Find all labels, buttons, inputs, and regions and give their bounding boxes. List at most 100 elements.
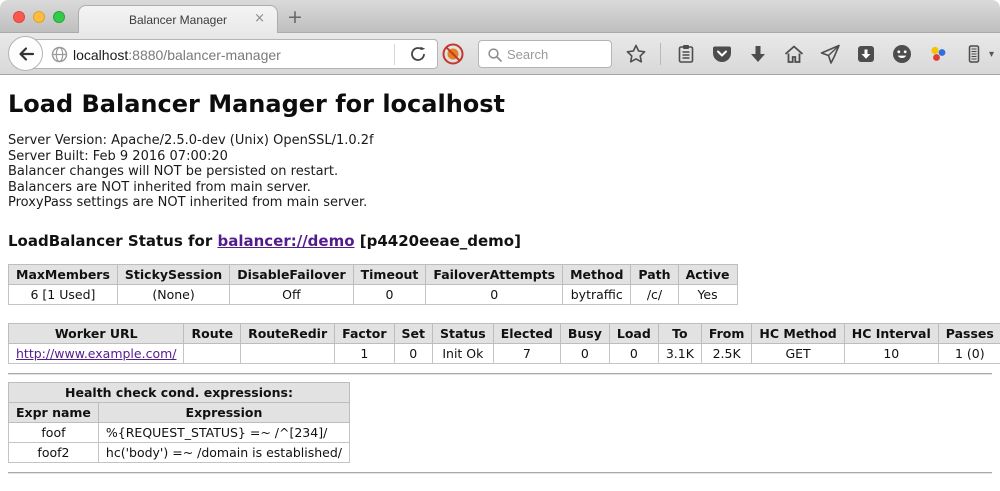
minimize-window-button[interactable] xyxy=(33,11,45,23)
col-hc-interval: HC Interval xyxy=(844,323,938,343)
search-icon xyxy=(487,47,503,67)
tab-title: Balancer Manager xyxy=(129,13,227,27)
heading-prefix: LoadBalancer Status for xyxy=(8,232,217,250)
bookmark-star-button[interactable] xyxy=(624,43,647,66)
col-passes: Passes xyxy=(938,323,1000,343)
col-path: Path xyxy=(631,264,678,284)
cell-failoverattempts: 0 xyxy=(426,284,563,304)
worker-status-table: Worker URL Route RouteRedir Factor Set S… xyxy=(8,323,1000,364)
battery-panel-icon xyxy=(963,43,985,65)
close-window-button[interactable] xyxy=(13,11,25,23)
col-expression: Expression xyxy=(98,402,349,422)
image-blocked-extension-button[interactable] xyxy=(441,42,465,70)
cell-factor: 1 xyxy=(335,343,394,363)
page-content: Load Balancer Manager for localhost Serv… xyxy=(0,75,1000,491)
heading-suffix: [p4420eeae_demo] xyxy=(355,232,521,250)
cell-passes: 1 (0) xyxy=(938,343,1000,363)
video-download-button[interactable] xyxy=(854,43,877,66)
cell-expression: hc('body') =~ /domain is established/ xyxy=(98,442,349,462)
col-failoverattempts: FailoverAttempts xyxy=(426,264,563,284)
cell-stickysession: (None) xyxy=(117,284,229,304)
url-text[interactable]: localhost:8880/balancer-manager xyxy=(73,47,281,63)
page-title: Load Balancer Manager for localhost xyxy=(8,90,992,118)
health-table-title: Health check cond. expressions: xyxy=(9,382,350,402)
col-routeredir: RouteRedir xyxy=(241,323,335,343)
cell-expr-name: foof2 xyxy=(9,442,99,462)
col-busy: Busy xyxy=(560,323,609,343)
col-load: Load xyxy=(609,323,658,343)
persist-note-line: Balancer changes will NOT be persisted o… xyxy=(8,164,992,180)
col-elected: Elected xyxy=(493,323,560,343)
reading-list-button[interactable] xyxy=(674,43,697,66)
health-check-table: Health check cond. expressions: Expr nam… xyxy=(8,382,350,463)
cell-expression: %{REQUEST_STATUS} =~ /^[234]/ xyxy=(98,422,349,442)
cell-load: 0 xyxy=(609,343,658,363)
table-row: 6 [1 Used] (None) Off 0 0 bytraffic /c/ … xyxy=(9,284,738,304)
balancer-demo-link[interactable]: balancer://demo xyxy=(217,232,354,250)
back-button[interactable] xyxy=(8,36,43,71)
navigation-toolbar: localhost:8880/balancer-manager Search xyxy=(0,33,1000,75)
colored-dots-icon xyxy=(927,43,949,65)
col-active: Active xyxy=(678,264,737,284)
col-set: Set xyxy=(394,323,432,343)
table-header-row: Expr name Expression xyxy=(9,402,350,422)
cell-routeredir xyxy=(241,343,335,363)
reload-button[interactable] xyxy=(408,44,428,68)
col-disablefailover: DisableFailover xyxy=(230,264,353,284)
video-download-icon xyxy=(855,43,877,65)
pocket-button[interactable] xyxy=(710,43,733,66)
close-tab-icon[interactable]: × xyxy=(254,11,265,26)
table-title-row: Health check cond. expressions: xyxy=(9,382,350,402)
table-header-row: MaxMembers StickySession DisableFailover… xyxy=(9,264,738,284)
server-version-line: Server Version: Apache/2.5.0-dev (Unix) … xyxy=(8,133,992,149)
send-tab-button[interactable] xyxy=(818,43,841,66)
col-hc-method: HC Method xyxy=(752,323,844,343)
clipboard-icon xyxy=(675,43,697,65)
window-controls xyxy=(13,11,65,23)
cell-elected: 7 xyxy=(493,343,560,363)
balancer-settings-table: MaxMembers StickySession DisableFailover… xyxy=(8,264,738,305)
url-bar[interactable]: localhost:8880/balancer-manager xyxy=(26,39,438,69)
new-tab-button[interactable]: + xyxy=(287,6,303,28)
cell-status: Init Ok xyxy=(433,343,494,363)
page-bottom-divider xyxy=(8,472,992,474)
downloads-button[interactable] xyxy=(746,43,769,66)
cell-path: /c/ xyxy=(631,284,678,304)
col-worker-url: Worker URL xyxy=(9,323,184,343)
search-placeholder: Search xyxy=(507,47,548,62)
col-expr-name: Expr name xyxy=(9,402,99,422)
tab-balancer-manager[interactable]: Balancer Manager × xyxy=(78,5,278,33)
col-method: Method xyxy=(563,264,631,284)
cell-set: 0 xyxy=(394,343,432,363)
search-bar[interactable]: Search xyxy=(478,40,612,68)
send-tab-icon xyxy=(819,43,841,65)
battery-panel-button[interactable] xyxy=(962,43,985,66)
col-status: Status xyxy=(433,323,494,343)
cell-timeout: 0 xyxy=(353,284,426,304)
cell-hc-interval: 10 xyxy=(844,343,938,363)
colored-dots-extension-button[interactable] xyxy=(926,43,949,66)
cell-from: 2.5K xyxy=(701,343,752,363)
section-divider xyxy=(8,373,992,375)
toolbar-icons: ▾ xyxy=(624,33,1000,75)
worker-url-link[interactable]: http://www.example.com/ xyxy=(16,346,176,361)
col-route: Route xyxy=(184,323,241,343)
url-divider xyxy=(394,44,395,65)
col-maxmembers: MaxMembers xyxy=(9,264,118,284)
inherit-note-line: Balancers are NOT inherited from main se… xyxy=(8,180,992,196)
url-path: :8880/balancer-manager xyxy=(128,47,281,63)
home-icon xyxy=(783,43,805,65)
col-to: To xyxy=(658,323,701,343)
dropdown-caret-icon[interactable]: ▾ xyxy=(989,49,994,60)
smiley-icon xyxy=(891,43,913,65)
back-icon xyxy=(16,44,36,64)
zoom-window-button[interactable] xyxy=(53,11,65,23)
worker-row: http://www.example.com/ 1 0 Init Ok 7 0 … xyxy=(9,343,1000,363)
tab-bar: Balancer Manager × + xyxy=(0,0,1000,33)
home-button[interactable] xyxy=(782,43,805,66)
reload-icon xyxy=(408,44,428,64)
url-host: localhost xyxy=(73,47,128,63)
col-factor: Factor xyxy=(335,323,394,343)
feedback-smiley-button[interactable] xyxy=(890,43,913,66)
cell-method: bytraffic xyxy=(563,284,631,304)
